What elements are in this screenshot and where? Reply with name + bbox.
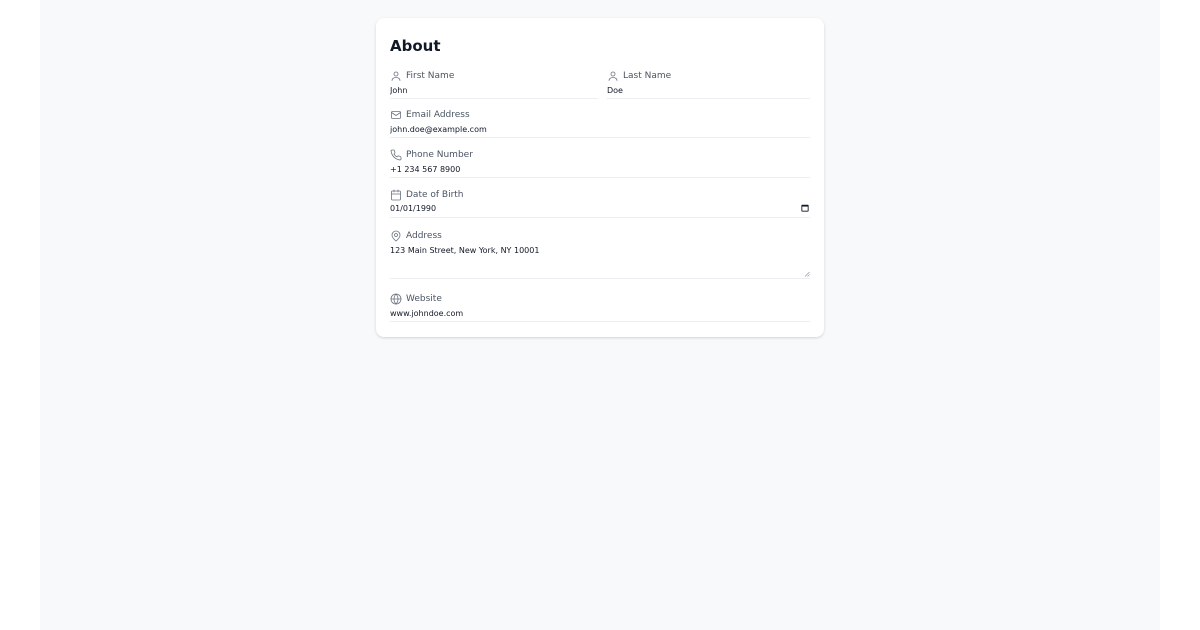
email-input[interactable] [390, 122, 810, 138]
address-label: Address [406, 231, 442, 241]
website-label-row: Website [390, 292, 810, 306]
website-input[interactable] [390, 306, 810, 322]
email-label-row: Email Address [390, 108, 810, 122]
calendar-picker-icon[interactable] [801, 204, 809, 212]
last-name-field: Last Name [607, 69, 810, 99]
dob-field: Date of Birth 01/01/1990 [390, 188, 810, 218]
calendar-icon [390, 189, 402, 201]
website-field: Website [390, 292, 810, 322]
address-textarea[interactable]: 123 Main Street, New York, NY 10001 [390, 243, 810, 279]
dob-label-row: Date of Birth [390, 188, 810, 202]
website-label: Website [406, 294, 442, 304]
globe-icon [390, 293, 402, 305]
last-name-input[interactable] [607, 83, 810, 99]
first-name-field: First Name [390, 69, 598, 99]
phone-field: Phone Number [390, 148, 810, 178]
resize-grip-icon[interactable] [804, 271, 810, 277]
dob-input[interactable]: 01/01/1990 [390, 202, 810, 218]
email-field: Email Address [390, 108, 810, 138]
page-background: About First Name John Last Name Doe Emai… [40, 0, 1160, 630]
about-card: About First Name John Last Name Doe Emai… [376, 18, 824, 337]
map-pin-icon [390, 230, 402, 242]
address-textarea-wrap: 123 Main Street, New York, NY 10001 [390, 243, 810, 279]
phone-input[interactable] [390, 162, 810, 178]
email-label: Email Address [406, 110, 470, 120]
card-title: About [390, 37, 441, 55]
first-name-label: First Name [406, 71, 455, 81]
last-name-label-row: Last Name [607, 69, 810, 83]
address-field: Address 123 Main Street, New York, NY 10… [390, 229, 810, 279]
first-name-label-row: First Name [390, 69, 598, 83]
phone-icon [390, 149, 402, 161]
first-name-input[interactable] [390, 83, 598, 99]
address-label-row: Address [390, 229, 810, 243]
user-icon [607, 70, 619, 82]
mail-icon [390, 109, 402, 121]
phone-label-row: Phone Number [390, 148, 810, 162]
dob-label: Date of Birth [406, 190, 464, 200]
dob-value: 01/01/1990 [390, 204, 437, 213]
phone-label: Phone Number [406, 150, 473, 160]
last-name-label: Last Name [623, 71, 672, 81]
user-icon [390, 70, 402, 82]
